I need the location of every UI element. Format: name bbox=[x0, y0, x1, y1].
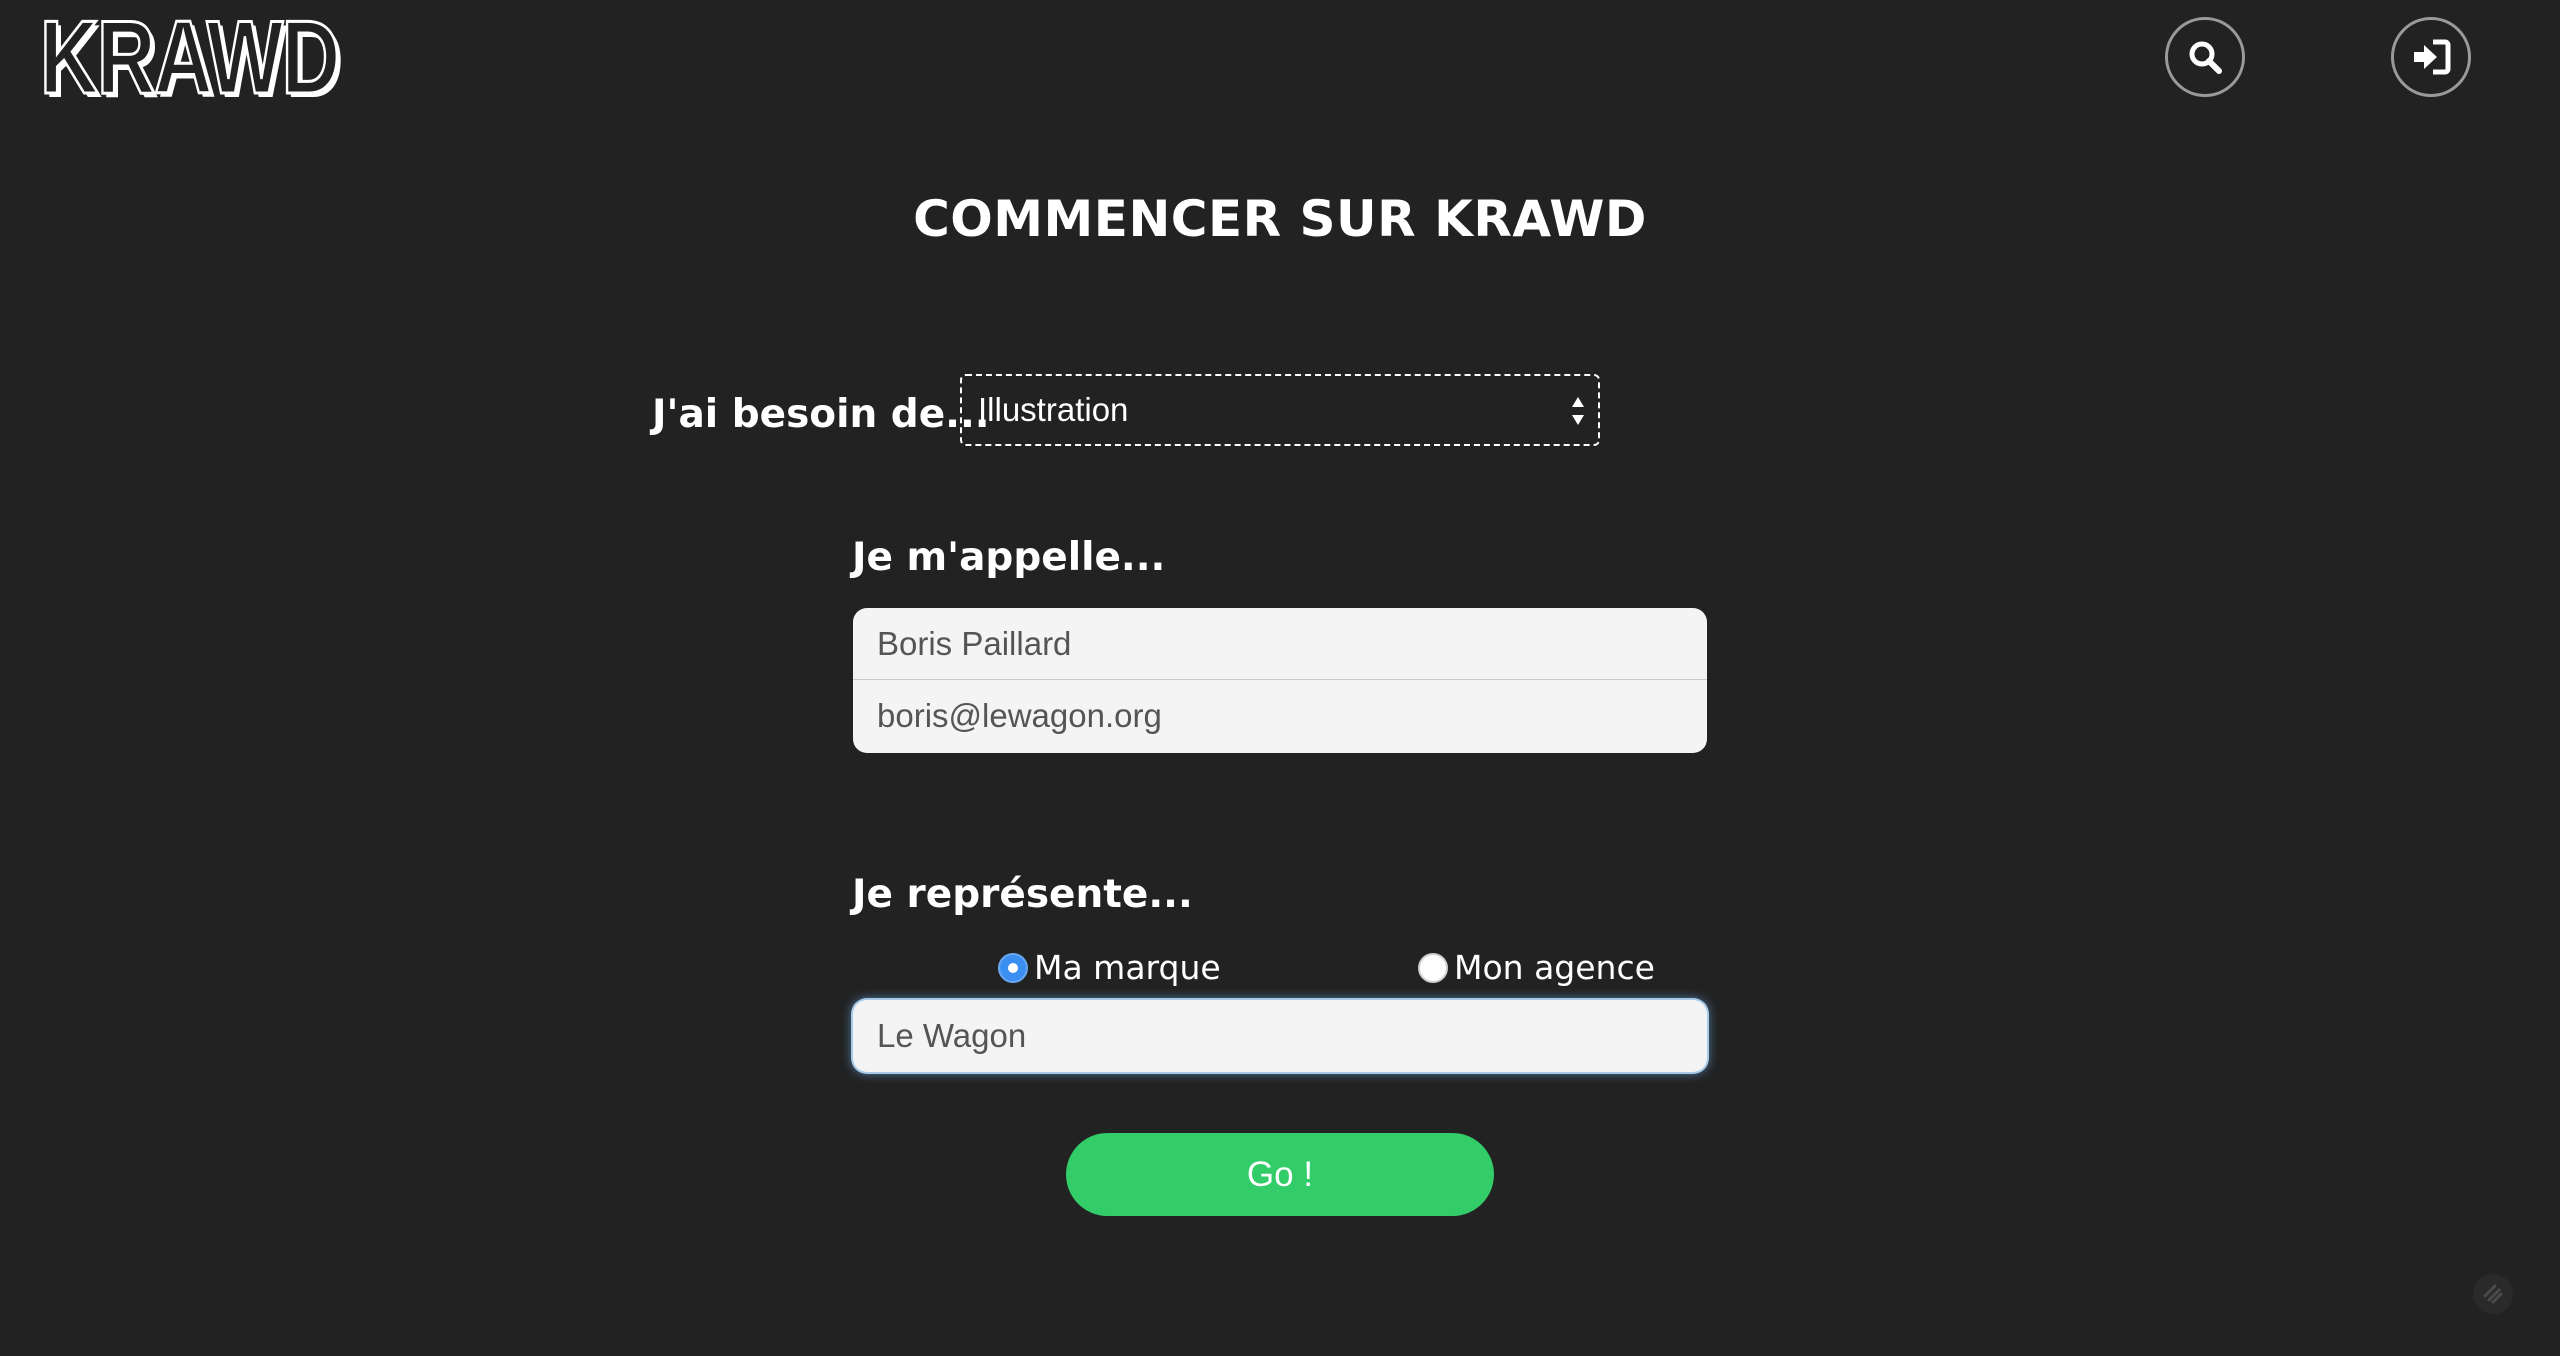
krawd-logo[interactable]: KRAWD bbox=[39, 5, 342, 112]
search-button[interactable] bbox=[2165, 17, 2245, 97]
radio-my-brand[interactable]: Ma marque bbox=[998, 948, 1221, 988]
radio-label[interactable]: Ma marque bbox=[1034, 948, 1221, 988]
need-select[interactable]: Illustration bbox=[960, 374, 1600, 446]
radio-unchecked-icon[interactable] bbox=[1418, 953, 1448, 983]
pencil-icon bbox=[2483, 1284, 2503, 1304]
radio-my-agency[interactable]: Mon agence bbox=[1418, 948, 1655, 988]
represent-section-label: Je représente... bbox=[852, 872, 1193, 917]
name-field[interactable]: Boris Paillard bbox=[853, 608, 1707, 680]
need-select-value: Illustration bbox=[978, 391, 1129, 428]
name-section-label: Je m'appelle... bbox=[852, 535, 1166, 580]
corner-widget[interactable] bbox=[2473, 1274, 2513, 1314]
page: KRAWD COMMENCER SUR KRAWD J'ai besoin de… bbox=[0, 0, 2560, 1356]
identity-input-group: Boris Paillard boris@lewagon.org bbox=[853, 608, 1707, 753]
page-title: COMMENCER SUR KRAWD bbox=[913, 190, 1647, 248]
sign-in-button[interactable] bbox=[2391, 17, 2471, 97]
search-icon bbox=[2189, 41, 2222, 74]
radio-checked-icon[interactable] bbox=[998, 953, 1028, 983]
email-field[interactable]: boris@lewagon.org bbox=[853, 680, 1707, 752]
radio-label[interactable]: Mon agence bbox=[1454, 948, 1655, 988]
sign-in-icon bbox=[2414, 39, 2451, 75]
go-button[interactable]: Go ! bbox=[1066, 1133, 1494, 1216]
company-field[interactable]: Le Wagon bbox=[853, 1000, 1707, 1072]
need-label: J'ai besoin de... bbox=[652, 392, 990, 437]
select-arrows-icon bbox=[1572, 397, 1584, 425]
